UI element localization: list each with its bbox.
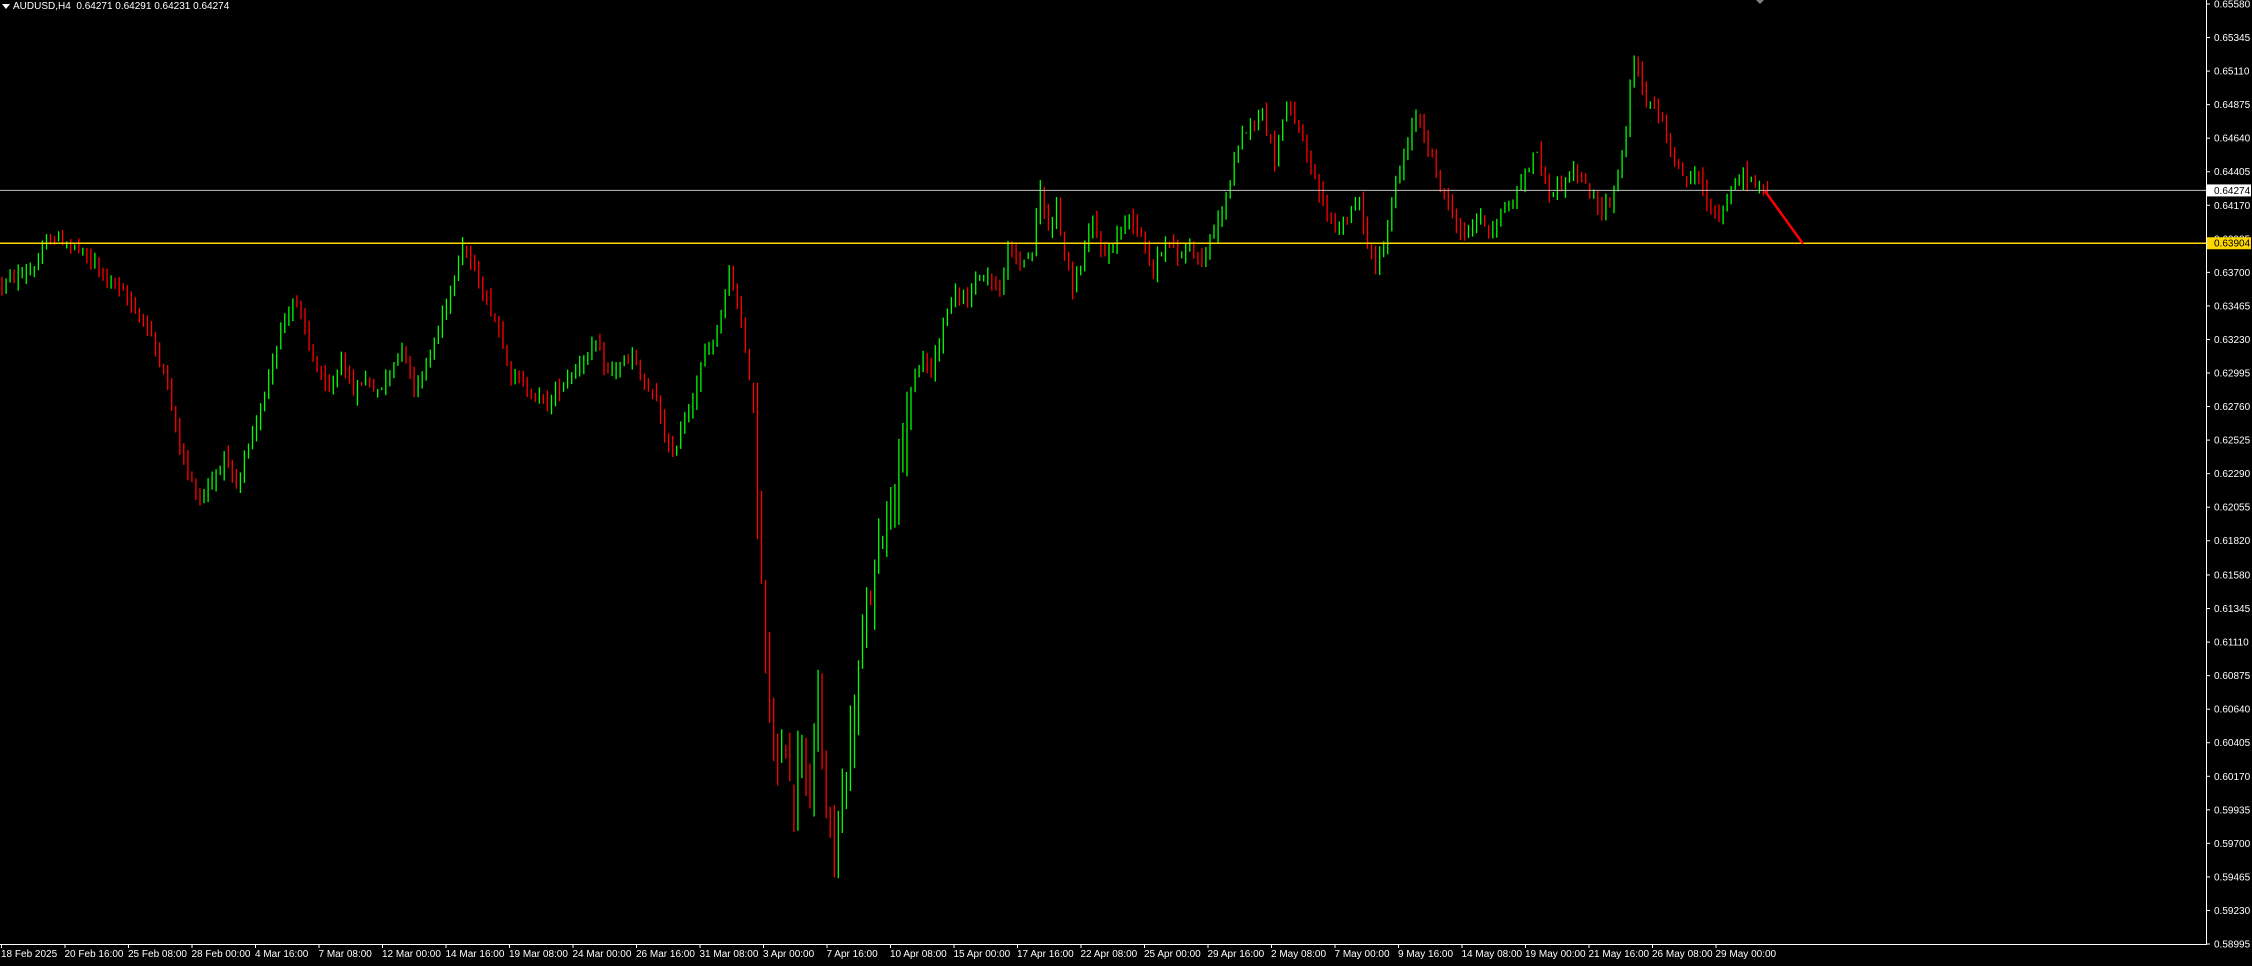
y-tick-label: 0.61110 (2214, 638, 2249, 649)
x-tick-label: 26 Mar 16:00 (636, 949, 695, 960)
shift-marker-icon[interactable] (1756, 0, 1764, 4)
y-tick-label: 0.65345 (2214, 33, 2251, 44)
x-tick-label: 12 Mar 00:00 (382, 949, 441, 960)
y-tick-label: 0.61820 (2214, 536, 2251, 547)
x-tick-label: 29 May 00:00 (1716, 949, 1777, 960)
x-tick-label: 14 Mar 16:00 (446, 949, 505, 960)
y-tick-label: 0.62290 (2214, 469, 2251, 480)
x-tick-label: 7 Mar 08:00 (319, 949, 373, 960)
x-tick-label: 19 May 00:00 (1525, 949, 1586, 960)
x-tick-label: 28 Feb 00:00 (192, 949, 251, 960)
time-axis: 18 Feb 2025 20 Feb 16:00 25 Feb 08:00 28 Fe… (1, 944, 1777, 960)
y-tick-label: 0.63700 (2214, 268, 2251, 279)
y-tick-label: 0.64405 (2214, 167, 2251, 178)
x-tick-label: 10 Apr 08:00 (890, 949, 947, 960)
x-tick-label: 19 Mar 08:00 (509, 949, 568, 960)
x-tick-label: 7 May 00:00 (1335, 949, 1390, 960)
y-tick-label: 0.60875 (2214, 671, 2251, 682)
y-tick-label: 0.64875 (2214, 100, 2251, 111)
y-tick-label: 0.62525 (2214, 436, 2251, 447)
x-tick-label: 21 May 16:00 (1589, 949, 1650, 960)
symbol-label: AUDUSD,H4 (13, 1, 71, 12)
x-tick-label: 3 Apr 00:00 (763, 949, 815, 960)
x-tick-label: 20 Feb 16:00 (65, 949, 124, 960)
price-chart[interactable]: 0.65580 0.65345 0.65110 0.64875 0.64640 0.644… (0, 0, 2252, 966)
y-tick-label: 0.59465 (2214, 872, 2251, 883)
support-price-label: 0.63904 (2214, 239, 2251, 250)
x-tick-label: 9 May 16:00 (1398, 949, 1453, 960)
y-tick-label: 0.62760 (2214, 402, 2251, 413)
y-tick-label: 0.61580 (2214, 570, 2251, 581)
y-tick-label: 0.64640 (2214, 134, 2251, 145)
x-tick-label: 4 Mar 16:00 (255, 949, 309, 960)
candles (1, 55, 1769, 879)
x-tick-label: 31 Mar 08:00 (700, 949, 759, 960)
x-tick-label: 15 Apr 00:00 (954, 949, 1011, 960)
ohlc-values: 0.64271 0.64291 0.64231 0.64274 (76, 1, 230, 12)
y-tick-label: 0.60405 (2214, 738, 2251, 749)
y-tick-label: 0.59935 (2214, 805, 2251, 816)
x-tick-label: 25 Apr 00:00 (1144, 949, 1201, 960)
y-tick-label: 0.60640 (2214, 705, 2251, 716)
y-tick-label: 0.63230 (2214, 335, 2251, 346)
x-tick-label: 22 Apr 08:00 (1081, 949, 1138, 960)
x-tick-label: 24 Mar 00:00 (573, 949, 632, 960)
x-tick-label: 7 Apr 16:00 (827, 949, 879, 960)
chart-header: AUDUSD,H4 0.64271 0.64291 0.64231 0.6427… (2, 0, 229, 14)
current-price-label: 0.64274 (2214, 186, 2251, 197)
x-tick-label: 17 Apr 16:00 (1017, 949, 1074, 960)
x-tick-label: 2 May 08:00 (1271, 949, 1326, 960)
y-tick-label: 0.60170 (2214, 772, 2251, 783)
y-tick-label: 0.64170 (2214, 201, 2251, 212)
y-tick-label: 0.65110 (2214, 67, 2250, 78)
x-tick-label: 14 May 08:00 (1462, 949, 1523, 960)
axis-frame (0, 0, 2207, 945)
y-tick-label: 0.62055 (2214, 503, 2251, 514)
y-tick-label: 0.61345 (2214, 604, 2251, 615)
y-tick-label: 0.65580 (2214, 0, 2251, 11)
y-tick-label: 0.62995 (2214, 369, 2251, 380)
x-tick-label: 25 Feb 08:00 (128, 949, 187, 960)
y-tick-label: 0.59230 (2214, 906, 2251, 917)
down-arrow-drawing[interactable] (1763, 190, 1805, 245)
x-tick-label: 29 Apr 16:00 (1208, 949, 1265, 960)
dropdown-icon[interactable] (2, 3, 10, 9)
y-tick-label: 0.63465 (2214, 301, 2251, 312)
price-axis: 0.65580 0.65345 0.65110 0.64875 0.64640 0.644… (0, 0, 2251, 951)
x-tick-label: 26 May 08:00 (1652, 949, 1713, 960)
y-tick-label: 0.59700 (2214, 839, 2251, 850)
y-tick-label: 0.58995 (2214, 940, 2251, 951)
x-tick-label: 18 Feb 2025 (1, 949, 58, 960)
